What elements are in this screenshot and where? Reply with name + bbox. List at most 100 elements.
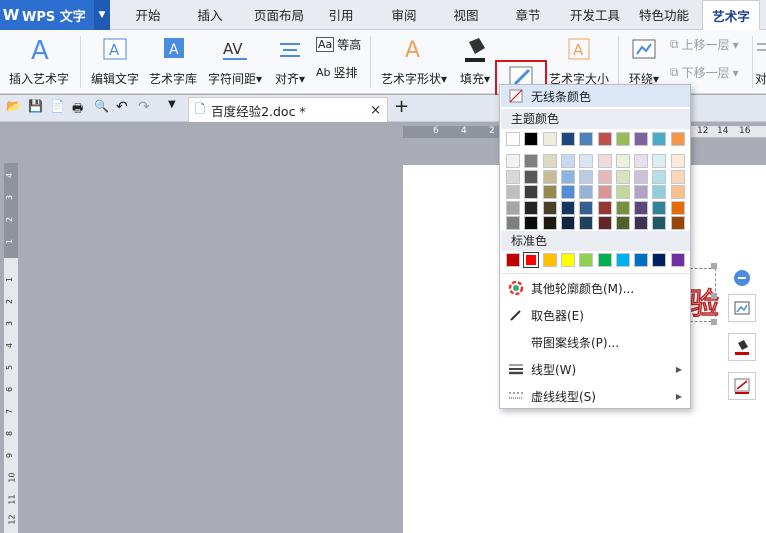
resize-handle[interactable] <box>711 263 717 269</box>
color-swatch[interactable] <box>542 132 557 146</box>
color-swatch[interactable] <box>524 200 539 215</box>
color-swatch[interactable] <box>560 200 575 215</box>
color-swatch[interactable] <box>506 200 520 215</box>
color-swatch[interactable] <box>524 169 539 184</box>
color-swatch[interactable] <box>670 200 685 215</box>
color-swatch[interactable] <box>560 185 575 199</box>
document-tab[interactable]: 🗋 百度经验2.doc * × <box>188 97 388 122</box>
color-swatch[interactable] <box>542 169 557 184</box>
send-backward-button[interactable]: ⧉ 下移一层 ▾ <box>670 64 739 81</box>
color-swatch[interactable] <box>615 154 630 168</box>
color-swatch[interactable] <box>615 169 630 184</box>
export-pdf-icon[interactable]: 📄 <box>50 99 65 113</box>
open-folder-icon[interactable]: 📂 <box>6 99 21 113</box>
tab-view[interactable]: 视图 <box>442 0 490 30</box>
chevron-down-icon[interactable]: ▼ <box>94 0 110 30</box>
color-swatch[interactable] <box>652 169 667 184</box>
color-swatch[interactable] <box>597 200 612 215</box>
color-swatch[interactable] <box>615 185 630 199</box>
color-swatch[interactable] <box>523 252 540 268</box>
side-outline-button[interactable] <box>728 372 756 400</box>
art-library-button[interactable]: A 艺术字库 <box>146 34 200 90</box>
tab-chapter[interactable]: 章节 <box>504 0 552 30</box>
color-swatch[interactable] <box>597 253 612 267</box>
equal-height-button[interactable]: Aa 等高 <box>316 36 361 53</box>
resize-handle[interactable] <box>711 319 717 325</box>
color-swatch[interactable] <box>634 185 649 199</box>
line-style-item[interactable]: 线型(W) ▶ <box>501 356 690 382</box>
color-swatch[interactable] <box>579 185 594 199</box>
color-swatch[interactable] <box>560 216 575 230</box>
color-swatch[interactable] <box>615 200 630 215</box>
color-swatch[interactable] <box>524 132 539 146</box>
color-swatch[interactable] <box>670 169 685 184</box>
new-tab-plus-icon[interactable]: + <box>394 96 409 117</box>
char-spacing-button[interactable]: AV 字符间距▾ <box>204 34 266 90</box>
color-swatch[interactable] <box>597 216 612 230</box>
color-swatch[interactable] <box>615 132 630 146</box>
pattern-line-item[interactable]: 带图案线条(P)... <box>501 329 690 355</box>
collapse-button[interactable] <box>728 264 756 292</box>
color-swatch[interactable] <box>560 169 575 184</box>
color-swatch[interactable] <box>652 216 667 230</box>
color-swatch[interactable] <box>542 154 557 168</box>
tab-special-features[interactable]: 特色功能 <box>632 0 696 30</box>
color-swatch[interactable] <box>542 253 557 267</box>
align-more-button[interactable]: 对 <box>754 34 766 90</box>
color-swatch[interactable] <box>597 132 612 146</box>
color-swatch[interactable] <box>652 154 667 168</box>
color-swatch[interactable] <box>524 216 539 230</box>
edit-text-button[interactable]: A 编辑文字 <box>88 34 142 90</box>
tab-references[interactable]: 引用 <box>318 0 364 30</box>
wrap-button[interactable]: 环绕▾ <box>624 34 664 90</box>
color-swatch[interactable] <box>542 185 557 199</box>
color-swatch[interactable] <box>670 185 685 199</box>
quick-access-dropdown-icon[interactable]: ▼ <box>168 99 176 110</box>
print-preview-icon[interactable]: 🔍 <box>94 99 109 113</box>
color-swatch[interactable] <box>597 154 612 168</box>
eyedropper-item[interactable]: 取色器(E) <box>501 302 690 328</box>
color-swatch[interactable] <box>506 169 520 184</box>
color-swatch[interactable] <box>634 169 649 184</box>
color-swatch[interactable] <box>652 132 667 146</box>
color-swatch[interactable] <box>560 253 575 267</box>
color-swatch[interactable] <box>579 200 594 215</box>
other-outline-colors-item[interactable]: 其他轮廓颜色(M)... <box>501 275 690 301</box>
color-swatch[interactable] <box>670 154 685 168</box>
tab-insert[interactable]: 插入 <box>184 0 236 30</box>
dash-style-item[interactable]: 虚线线型(S) ▶ <box>501 383 690 409</box>
color-swatch[interactable] <box>670 253 685 267</box>
side-fill-button[interactable] <box>728 333 756 361</box>
tab-page-layout[interactable]: 页面布局 <box>244 0 314 30</box>
color-swatch[interactable] <box>542 216 557 230</box>
fill-button[interactable]: 填充▾ <box>456 34 494 90</box>
color-swatch[interactable] <box>670 216 685 230</box>
color-swatch[interactable] <box>506 154 520 168</box>
bring-forward-button[interactable]: ⧉ 上移一层 ▾ <box>670 36 739 53</box>
color-swatch[interactable] <box>652 253 667 267</box>
color-swatch[interactable] <box>615 253 630 267</box>
color-swatch[interactable] <box>579 154 594 168</box>
vertical-text-button[interactable]: Ab 竖排 <box>316 64 358 81</box>
color-swatch[interactable] <box>524 185 539 199</box>
color-swatch[interactable] <box>597 185 612 199</box>
color-swatch[interactable] <box>579 169 594 184</box>
color-swatch[interactable] <box>634 216 649 230</box>
color-swatch[interactable] <box>579 216 594 230</box>
wps-logo-button[interactable]: W WPS 文字 ▼ <box>0 0 110 30</box>
color-swatch[interactable] <box>506 253 520 267</box>
color-swatch[interactable] <box>579 253 594 267</box>
color-swatch[interactable] <box>579 132 594 146</box>
color-swatch[interactable] <box>506 216 520 230</box>
close-icon[interactable]: × <box>370 103 381 118</box>
tab-developer[interactable]: 开发工具 <box>560 0 630 30</box>
color-swatch[interactable] <box>506 185 520 199</box>
color-swatch[interactable] <box>524 154 539 168</box>
word-art-object[interactable]: 验 <box>688 263 720 325</box>
tab-review[interactable]: 审阅 <box>380 0 428 30</box>
color-swatch[interactable] <box>670 132 685 146</box>
save-icon[interactable]: 💾 <box>28 99 43 113</box>
tab-home[interactable]: 开始 <box>122 0 174 30</box>
resize-handle[interactable] <box>711 293 717 299</box>
align-button[interactable]: 对齐▾ <box>270 34 310 90</box>
